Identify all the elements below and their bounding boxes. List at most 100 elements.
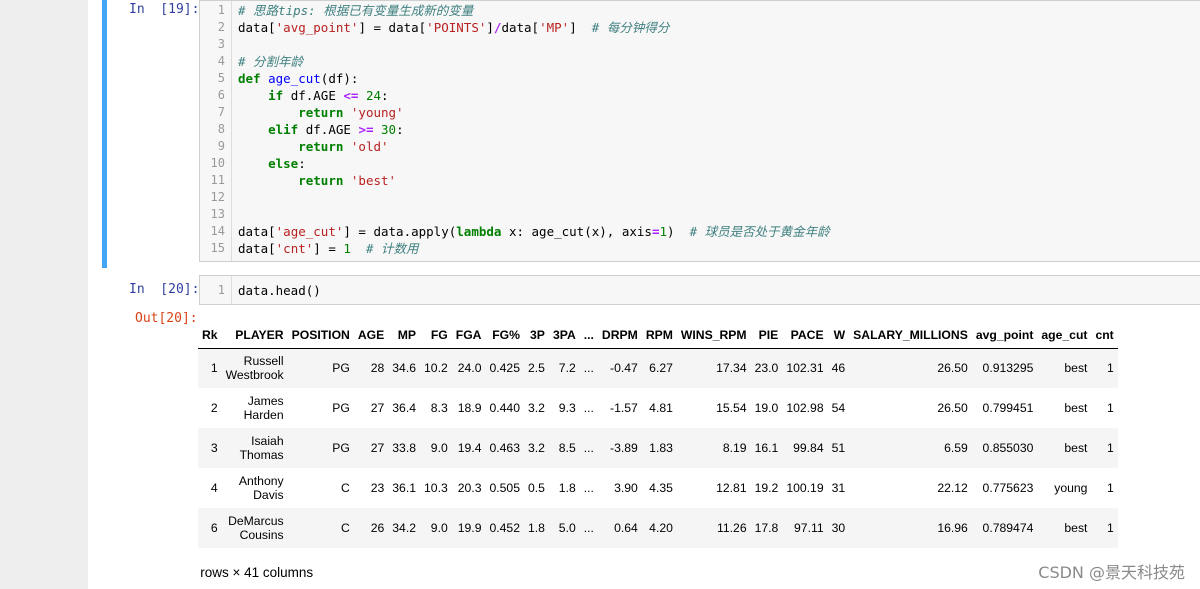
code-token: ] = data[: [358, 20, 427, 35]
table-cell: 0.440: [489, 401, 520, 415]
table-cell: 1: [198, 348, 222, 388]
column-header: POSITION: [287, 322, 354, 349]
code-token: 'best': [350, 173, 397, 188]
table-cell: 97.11: [782, 508, 828, 548]
table-cell: 30: [827, 508, 850, 548]
code-token: 1: [659, 224, 667, 239]
table-cell: 22.12: [937, 481, 968, 495]
code-line: 4 # 分割年龄: [200, 53, 1200, 70]
table-cell: 12.81: [716, 481, 747, 495]
table-cell: 24.0: [451, 348, 486, 388]
table-cell: 33.8: [388, 428, 421, 468]
table-cell: 27: [370, 401, 385, 415]
table-cell: 0.5: [527, 481, 545, 495]
table-cell: PG: [332, 401, 350, 415]
line-number: 8: [217, 122, 225, 136]
code-line: 1 # 思路tips: 根据已有变量生成新的变量: [200, 2, 1200, 19]
cell-20-in-prompt: In [20]:: [129, 282, 200, 297]
code-text: data['age_cut'] = data.apply(lambda x: a…: [238, 223, 830, 240]
code-line: 13: [200, 206, 1200, 223]
code-text: if df.AGE <= 24:: [238, 87, 388, 104]
table-cell: Isaiah Thomas: [221, 428, 288, 468]
table-cell: 26: [353, 508, 389, 548]
code-token: df.AGE: [298, 122, 359, 137]
column-header: RPM: [641, 322, 677, 349]
table-cell: 0.799451: [982, 401, 1034, 415]
code-line: 3: [200, 36, 1200, 53]
table-cell: -0.47: [597, 348, 642, 388]
table-cell: ...: [579, 428, 598, 468]
table-cell: 19.9: [451, 508, 486, 548]
column-header: 3PA: [548, 322, 580, 349]
code-token: # 每分钟得分: [591, 20, 670, 35]
table-cell: ...: [579, 508, 598, 548]
table-cell: DeMarcus Cousins: [221, 508, 288, 548]
code-token: data[: [238, 224, 276, 239]
table-cell: 16.96: [849, 508, 972, 548]
code-text: data.head(): [238, 282, 321, 299]
code-token: return: [298, 139, 344, 154]
table-cell: 0.64: [597, 508, 642, 548]
table-cell: 1: [1091, 348, 1118, 388]
table-cell: 28: [353, 348, 389, 388]
table-cell: 4.81: [649, 401, 673, 415]
table-cell: James Harden: [243, 394, 284, 422]
table-cell: 34.2: [388, 508, 421, 548]
table-cell: PG: [287, 428, 354, 468]
line-number: 1: [217, 3, 225, 17]
table-cell: 0.855030: [971, 428, 1038, 468]
code-line: 6 if df.AGE <= 24:: [200, 87, 1200, 104]
code-line: 2 data['avg_point'] = data['POINTS']/data…: [200, 19, 1200, 36]
code-text: def age_cut(df):: [238, 70, 358, 87]
column-header: MP: [388, 322, 421, 349]
cell-19-code-editor[interactable]: 1 # 思路tips: 根据已有变量生成新的变量 2 data['avg_point'…: [199, 0, 1200, 262]
code-token: 24: [365, 88, 382, 103]
code-token: 'old': [350, 139, 389, 154]
table-cell: 6.27: [641, 348, 677, 388]
table-cell: 10.3: [424, 481, 448, 495]
code-token: :: [298, 156, 306, 171]
code-line: 14 data['age_cut'] = data.apply(lambda x:…: [200, 223, 1200, 240]
table-cell: 23: [370, 481, 385, 495]
table-cell: ...: [583, 481, 594, 495]
table-cell: 99.84: [782, 428, 828, 468]
code-token: 'cnt': [275, 241, 314, 256]
table-cell: 3.2: [523, 428, 549, 468]
code-token: age_cut: [268, 71, 321, 86]
line-number: 10: [210, 156, 225, 170]
column-header: PACE: [782, 322, 828, 349]
table-cell: best: [1037, 508, 1092, 548]
line-number: 11: [210, 173, 225, 187]
table-cell: 26.50: [849, 348, 972, 388]
table-cell: 0.913295: [971, 348, 1038, 388]
table-cell: 0.463: [485, 428, 524, 468]
table-cell: C: [341, 481, 350, 495]
line-number: 4: [217, 54, 225, 68]
code-line: 10 else:: [200, 155, 1200, 172]
table-header-row: Rk PLAYER POSITION AGE MP FG FGA FG% 3P 3PA... DRP…: [198, 322, 1118, 349]
table-cell: ...: [579, 348, 598, 388]
table-cell: 4.20: [641, 508, 677, 548]
cell-20-code-editor[interactable]: 1 data.head(): [199, 275, 1200, 305]
code-token: 30: [381, 122, 397, 137]
code-text: # 思路tips: 根据已有变量生成新的变量: [238, 2, 473, 19]
code-token: x: age_cut(x), axis: [501, 224, 652, 239]
table-cell: 1.83: [641, 428, 677, 468]
table-cell: 36.4: [392, 401, 417, 415]
code-line: 11 return 'best': [200, 172, 1200, 189]
code-token: 'age_cut': [275, 224, 344, 239]
table-cell: 2: [210, 401, 218, 415]
code-line: 1 data.head(): [200, 282, 1200, 299]
code-text: elif df.AGE >= 30:: [238, 121, 404, 138]
table-cell: Anthony Davis: [238, 474, 284, 502]
table-cell: 5.0: [548, 508, 580, 548]
code-token: >=: [358, 122, 374, 137]
line-number: 5: [217, 71, 225, 85]
